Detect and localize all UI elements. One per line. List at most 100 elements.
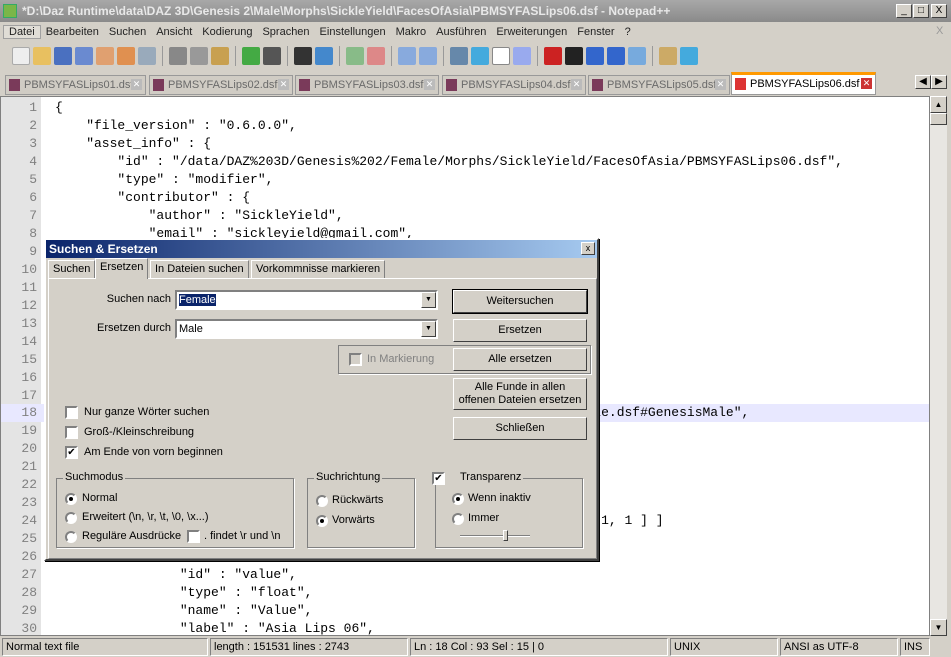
menu-ausfuehren[interactable]: Ausführen	[431, 26, 491, 38]
find-next-button[interactable]: Weitersuchen	[452, 289, 588, 314]
scroll-thumb[interactable]	[930, 113, 947, 125]
direction-up-radio[interactable]	[316, 495, 328, 507]
match-case-checkbox[interactable]	[65, 426, 78, 439]
close-dialog-button[interactable]: Schließen	[453, 417, 587, 440]
undo-icon[interactable]	[242, 47, 260, 65]
minimize-button[interactable]: _	[896, 4, 912, 18]
transparency-slider[interactable]	[460, 530, 530, 541]
find-input[interactable]: Female ▼	[175, 290, 438, 310]
scroll-up-arrow[interactable]: ▲	[930, 96, 947, 113]
close-tab-icon[interactable]: ✕	[861, 78, 872, 89]
cut-icon[interactable]	[169, 47, 187, 65]
scroll-down-arrow[interactable]: ▼	[930, 619, 947, 636]
close-tab-icon[interactable]: ✕	[424, 79, 435, 90]
close-tab-icon[interactable]: ✕	[715, 79, 726, 90]
dot-newline-checkbox[interactable]	[187, 530, 200, 543]
tab-file-6[interactable]: PBMSYFASLips06.dsf ✕	[731, 72, 876, 95]
menu-bearbeiten[interactable]: Bearbeiten	[41, 26, 104, 38]
new-file-icon[interactable]	[12, 47, 30, 65]
indent-guide-icon[interactable]	[492, 47, 510, 65]
close-all-icon[interactable]	[117, 47, 135, 65]
close-file-icon[interactable]	[96, 47, 114, 65]
zoom-in-icon[interactable]	[346, 47, 364, 65]
replace-input[interactable]: Male ▼	[175, 319, 438, 339]
menu-help[interactable]: ?	[620, 26, 636, 38]
tab-suchen[interactable]: Suchen	[48, 260, 96, 278]
mode-normal-radio[interactable]	[65, 493, 77, 505]
code-line[interactable]: 4 "id" : "/data/DAZ%203D/Genesis%202/Fem…	[1, 153, 929, 171]
zoom-out-icon[interactable]	[367, 47, 385, 65]
code-line[interactable]: 6 "contributor" : {	[1, 189, 929, 207]
tab-file-4[interactable]: PBMSYFASLips04.dsf ✕	[442, 75, 586, 95]
close-tab-icon[interactable]: ✕	[571, 79, 582, 90]
dropdown-arrow-icon[interactable]: ▼	[421, 292, 436, 308]
word-wrap-icon[interactable]	[450, 47, 468, 65]
tab-file-3[interactable]: PBMSYFASLips03.dsf ✕	[295, 75, 439, 95]
code-line[interactable]: 1{	[1, 99, 929, 117]
sync-horizontal-icon[interactable]	[419, 47, 437, 65]
replace-all-button[interactable]: Alle ersetzen	[453, 348, 587, 371]
tab-file-5[interactable]: PBMSYFASLips05.dsf ✕	[588, 75, 730, 95]
close-button[interactable]: X	[931, 4, 947, 18]
direction-down-radio[interactable]	[316, 515, 328, 527]
tab-file-2[interactable]: PBMSYFASLips02.dsf ✕	[149, 75, 293, 95]
menu-makro[interactable]: Makro	[391, 26, 432, 38]
mode-regex-radio[interactable]	[65, 531, 77, 543]
menu-fenster[interactable]: Fenster	[572, 26, 619, 38]
whole-word-checkbox[interactable]	[65, 406, 78, 419]
save-icon[interactable]	[54, 47, 72, 65]
open-file-icon[interactable]	[33, 47, 51, 65]
menu-sprachen[interactable]: Sprachen	[257, 26, 314, 38]
save-all-icon[interactable]	[75, 47, 93, 65]
tab-file-1[interactable]: PBMSYFASLips01.dsf ✕	[5, 75, 146, 95]
copy-icon[interactable]	[190, 47, 208, 65]
slider-thumb[interactable]	[502, 530, 508, 541]
code-line[interactable]: 5 "type" : "modifier",	[1, 171, 929, 189]
close-tab-icon[interactable]: ✕	[278, 79, 289, 90]
code-line[interactable]: 28 "type" : "float",	[1, 584, 929, 602]
find-icon[interactable]	[294, 47, 312, 65]
dropdown-arrow-icon[interactable]: ▼	[421, 321, 436, 337]
code-line[interactable]: 30 "label" : "Asia Lips 06",	[1, 620, 929, 635]
tab-ersetzen[interactable]: Ersetzen	[95, 258, 149, 279]
replace-all-open-docs-button[interactable]: Alle Funde in allen offenen Dateien erset…	[453, 378, 587, 410]
code-line[interactable]: 27 "id" : "value",	[1, 566, 929, 584]
trans-inactive-radio[interactable]	[452, 493, 464, 505]
save-macro-icon[interactable]	[628, 47, 646, 65]
plugin-icon[interactable]	[659, 47, 677, 65]
menu-suchen[interactable]: Suchen	[104, 26, 151, 38]
code-line[interactable]: 2 "file_version" : "0.6.0.0",	[1, 117, 929, 135]
print-icon[interactable]	[138, 47, 156, 65]
spellcheck-icon[interactable]	[680, 47, 698, 65]
trans-always-radio[interactable]	[452, 513, 464, 525]
run-macro-multiple-icon[interactable]	[607, 47, 625, 65]
wrap-around-checkbox[interactable]: ✔	[65, 446, 78, 459]
menu-ansicht[interactable]: Ansicht	[151, 26, 197, 38]
record-macro-icon[interactable]	[544, 47, 562, 65]
tab-vorkommnisse-markieren[interactable]: Vorkommnisse markieren	[251, 260, 386, 278]
code-line[interactable]: 3 "asset_info" : {	[1, 135, 929, 153]
code-line[interactable]: 29 "name" : "Value",	[1, 602, 929, 620]
menu-datei[interactable]: Datei	[3, 25, 41, 39]
mode-extended-radio[interactable]	[65, 512, 77, 524]
tab-scroll-left-button[interactable]: ◀	[915, 75, 931, 89]
doc-map-icon[interactable]	[513, 47, 531, 65]
menu-einstellungen[interactable]: Einstellungen	[315, 26, 391, 38]
stop-macro-icon[interactable]	[565, 47, 583, 65]
play-macro-icon[interactable]	[586, 47, 604, 65]
code-line[interactable]: 7 "author" : "SickleYield",	[1, 207, 929, 225]
tab-in-dateien-suchen[interactable]: In Dateien suchen	[150, 260, 249, 278]
maximize-button[interactable]: □	[913, 4, 929, 18]
show-all-chars-icon[interactable]	[471, 47, 489, 65]
paste-icon[interactable]	[211, 47, 229, 65]
replace-button[interactable]: Ersetzen	[453, 319, 587, 342]
close-document-button[interactable]: X	[936, 25, 943, 37]
tab-scroll-right-button[interactable]: ▶	[931, 75, 947, 89]
redo-icon[interactable]	[263, 47, 281, 65]
vertical-scrollbar[interactable]: ▲ ▼	[930, 96, 947, 636]
replace-icon[interactable]	[315, 47, 333, 65]
menu-kodierung[interactable]: Kodierung	[197, 26, 257, 38]
sync-vertical-icon[interactable]	[398, 47, 416, 65]
dialog-close-button[interactable]: x	[581, 242, 595, 255]
transparency-checkbox[interactable]: ✔	[432, 472, 445, 485]
